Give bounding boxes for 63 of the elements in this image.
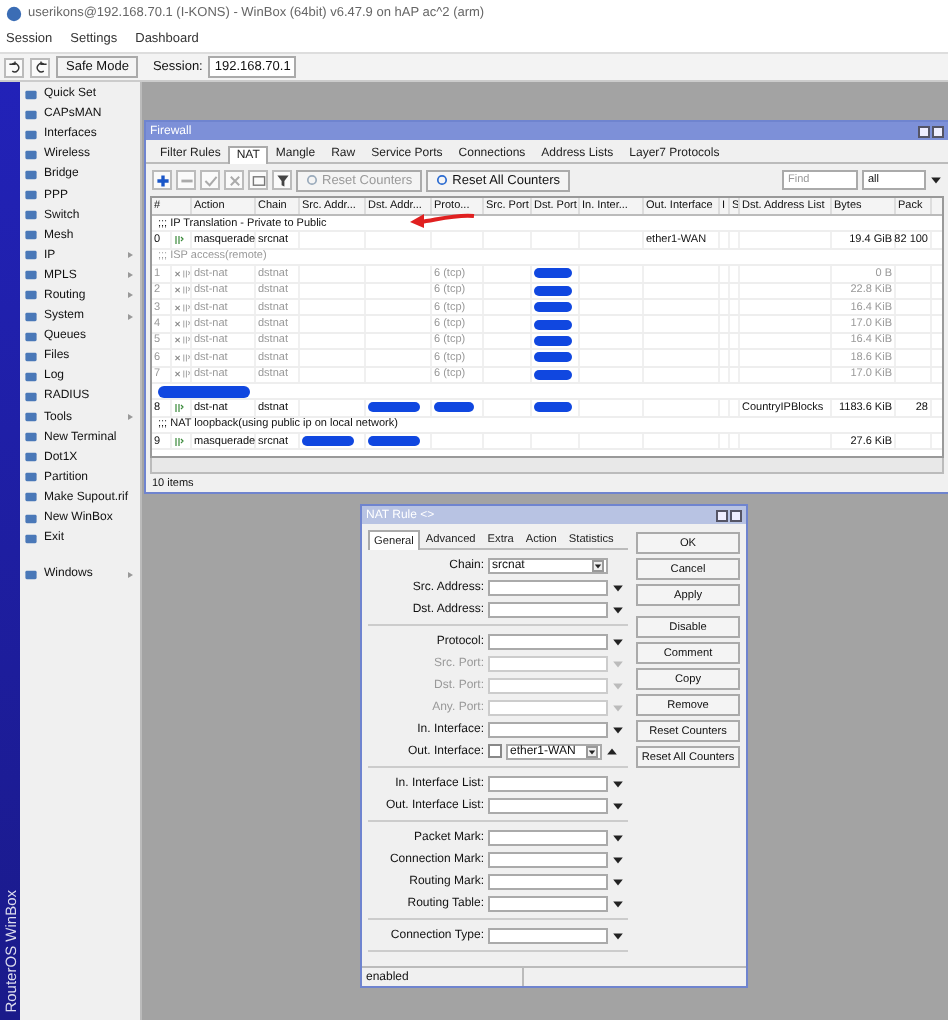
- input-field[interactable]: [488, 601, 608, 617]
- input-field[interactable]: [488, 927, 608, 943]
- filter-icon: [275, 173, 289, 187]
- app-icon: [6, 5, 22, 21]
- plus-icon: [155, 173, 169, 187]
- enable-button[interactable]: [200, 170, 220, 190]
- disabled-flag-icon: [174, 269, 182, 278]
- comment-button[interactable]: [248, 170, 268, 190]
- rule-icon: [181, 301, 190, 314]
- dropdown-button[interactable]: [592, 559, 604, 571]
- rule-icon: [174, 435, 184, 448]
- redo-icon: [33, 60, 47, 74]
- rule-icon: [181, 267, 190, 280]
- rule-icon: [174, 401, 184, 414]
- input-field[interactable]: [488, 895, 608, 911]
- input-field[interactable]: [488, 677, 608, 693]
- dropdown-icon: [930, 174, 942, 186]
- undo-icon: [7, 60, 21, 74]
- reset-icon: [306, 174, 318, 186]
- input-field[interactable]: [488, 873, 608, 889]
- dropdown-icon: [612, 929, 624, 941]
- input-field[interactable]: [488, 655, 608, 671]
- input-field[interactable]: [488, 579, 608, 595]
- input-field[interactable]: [488, 633, 608, 649]
- collapse-icon: [606, 745, 618, 757]
- redaction-mark: [158, 385, 250, 398]
- submenu-arrow-icon: [126, 569, 136, 580]
- restore-button[interactable]: [918, 125, 930, 137]
- input-field[interactable]: [488, 829, 608, 845]
- dropdown-icon: [588, 745, 596, 757]
- rule-icon: [181, 318, 190, 331]
- cross-icon: [227, 173, 241, 187]
- input-field[interactable]: [488, 851, 608, 867]
- annotation-arrow: [408, 210, 476, 230]
- check-icon: [203, 173, 217, 187]
- rule-icon: [181, 284, 190, 297]
- add-button[interactable]: [152, 170, 172, 190]
- submenu-arrow-icon: [126, 412, 136, 423]
- menu-icon: [24, 567, 38, 582]
- rule-icon: [181, 368, 190, 381]
- rule-icon: [181, 351, 190, 364]
- filter-button[interactable]: [272, 170, 292, 190]
- reset-icon: [436, 174, 449, 186]
- input-field[interactable]: [488, 721, 608, 737]
- disable-button[interactable]: [224, 170, 244, 190]
- close-button[interactable]: [932, 125, 944, 137]
- dropdown-button[interactable]: [586, 745, 598, 757]
- checkbox[interactable]: [488, 744, 502, 758]
- rule-icon: [181, 334, 190, 347]
- disabled-flag-icon: [174, 353, 182, 362]
- note-icon: [251, 173, 265, 187]
- input-field[interactable]: [488, 699, 608, 715]
- undo-button[interactable]: [4, 57, 24, 77]
- disabled-flag-icon: [174, 303, 182, 312]
- input-field[interactable]: [488, 775, 608, 791]
- disabled-flag-icon: [174, 286, 182, 295]
- disabled-flag-icon: [174, 320, 182, 329]
- horizontal-scrollbar[interactable]: [150, 458, 944, 474]
- redo-button[interactable]: [30, 57, 50, 77]
- input-field[interactable]: [488, 797, 608, 813]
- rule-icon: [174, 234, 184, 247]
- disabled-flag-icon: [174, 370, 182, 379]
- disabled-flag-icon: [174, 336, 182, 345]
